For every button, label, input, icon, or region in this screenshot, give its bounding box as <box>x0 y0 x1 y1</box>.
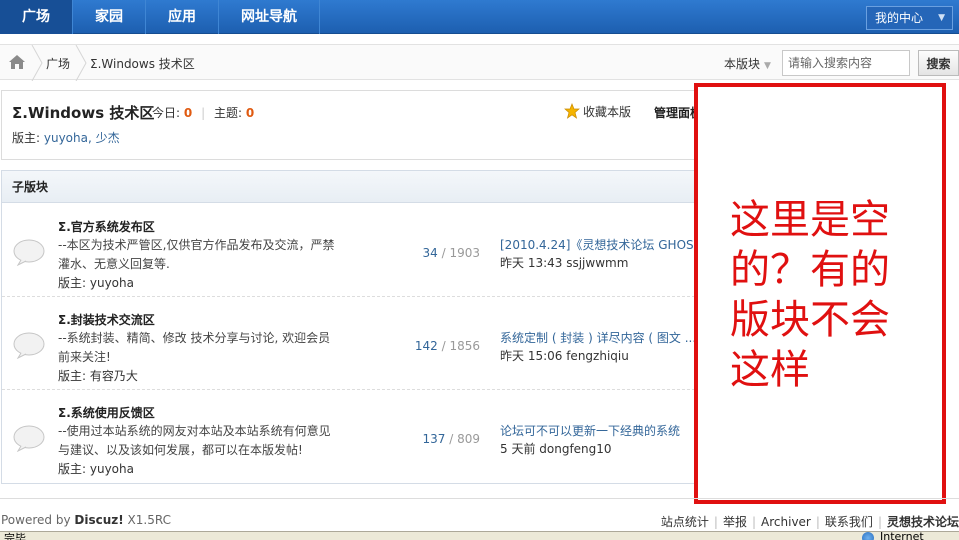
subforum-counts: 142 / 1856 <box>414 339 480 353</box>
footer-divider <box>0 498 959 499</box>
forum-bubble-icon <box>13 239 45 266</box>
powered-prefix: Powered by <box>1 513 75 527</box>
breadcrumb-bar: 广场 Σ.Windows 技术区 本版块▼ 搜索 <box>0 44 959 81</box>
status-text: 完毕 <box>4 532 26 540</box>
forum-bubble-icon <box>13 425 45 452</box>
subforum-moderator: 版主: yuyoha <box>58 462 134 476</box>
thread-count: 34 <box>422 246 438 260</box>
forum-title: Σ.Windows 技术区 <box>12 104 155 122</box>
footer-links: 站点统计 | 举报 | Archiver | 联系我们 | 灵想技术论坛 <box>660 515 959 529</box>
topics-count: 0 <box>245 106 255 120</box>
nav-item-plaza[interactable]: 广场 <box>0 0 73 34</box>
moderators-label: 版主: <box>12 131 41 145</box>
powered-by: Powered by Discuz! X1.5RC <box>1 513 171 527</box>
forum-bubble-icon <box>13 332 45 359</box>
breadcrumb-separator-icon <box>75 45 87 81</box>
nav-item-url-nav[interactable]: 网址导航 <box>219 0 320 34</box>
subforum-counts: 137 / 809 <box>422 432 480 446</box>
search-input[interactable] <box>782 50 910 76</box>
post-count: 1856 <box>449 339 480 353</box>
footer-link-contact[interactable]: 联系我们 <box>825 515 873 529</box>
favorite-label: 收藏本版 <box>583 105 632 119</box>
last-post-link[interactable]: 系统定制 ( 封装 ) 详尽内容 ( 图文 ... <box>500 329 710 346</box>
divider: | <box>201 106 206 120</box>
main-nav: 广场 家园 应用 网址导航 <box>0 0 959 34</box>
last-post-time: 昨天 13:43 ssjjwwmm <box>500 256 629 270</box>
subforum-moderator: 版主: 有容乃大 <box>58 369 138 383</box>
subforum-header-label: 子版块 <box>12 180 49 194</box>
globe-icon <box>862 532 874 540</box>
breadcrumb-current-forum[interactable]: Σ.Windows 技术区 <box>90 55 195 72</box>
subforum-title[interactable]: Σ.系统使用反馈区 <box>58 404 155 421</box>
forum-stats: 今日: 0 | 主题: 0 <box>152 104 254 121</box>
annotation-text: 这里是空的？有的版块不会这样 <box>730 197 890 393</box>
forum-moderators: 版主: yuyoha, 少杰 <box>12 129 120 146</box>
subforum-counts: 34 / 1903 <box>422 246 481 260</box>
search-button[interactable]: 搜索 <box>918 50 959 76</box>
star-icon <box>564 103 580 119</box>
top-nav-bar: 广场 家园 应用 网址导航 我的中心 ▼ <box>0 0 959 34</box>
footer-link-archiver[interactable]: Archiver <box>761 515 811 529</box>
last-post-link[interactable]: [2010.4.24]《灵想技术论坛 GHOS ... <box>500 236 710 253</box>
last-post-time: 5 天前 dongfeng10 <box>500 442 612 456</box>
subforum-row: Σ.系统使用反馈区 --使用过本站系统的网友对本站及本站系统有何意见与建议、以及… <box>2 390 720 483</box>
footer-link-site[interactable]: 灵想技术论坛 <box>887 515 959 529</box>
subforum-moderator: 版主: yuyoha <box>58 276 134 290</box>
thread-count: 137 <box>422 432 446 446</box>
subforum-table: 子版块 Σ.官方系统发布区 --本区为技术严管区,仅供官方作品发布及交流，严禁灌… <box>1 170 721 484</box>
nav-item-home[interactable]: 家园 <box>73 0 146 34</box>
today-label: 今日: <box>152 106 181 120</box>
subforum-description: --使用过本站系统的网友对本站及本站系统有何意见与建议、以及该如何发展，都可以在… <box>58 424 331 457</box>
thread-count: 142 <box>414 339 438 353</box>
subforum-row: Σ.封装技术交流区 --系统封装、精简、修改 技术分享与讨论, 欢迎会员前来关注… <box>2 297 720 390</box>
my-center-dropdown[interactable]: 我的中心 ▼ <box>866 6 953 30</box>
annotation-box: 这里是空的？有的版块不会这样 <box>694 83 946 504</box>
subforum-title[interactable]: Σ.封装技术交流区 <box>58 311 155 328</box>
my-center-label: 我的中心 <box>875 11 924 25</box>
browser-status-bar: 完毕 Internet <box>0 531 959 540</box>
search-scope-label: 本版块 <box>724 57 761 71</box>
moderator-links[interactable]: yuyoha, 少杰 <box>44 131 120 145</box>
last-post-time: 昨天 15:06 fengzhiqiu <box>500 349 629 363</box>
breadcrumb-separator-icon <box>31 45 43 81</box>
post-count: 809 <box>457 432 480 446</box>
powered-version: X1.5RC <box>123 513 171 527</box>
last-post-link[interactable]: 论坛可不可以更新一下经典的系统 <box>500 422 710 439</box>
footer-link-stats[interactable]: 站点统计 <box>661 515 709 529</box>
subforum-title[interactable]: Σ.官方系统发布区 <box>58 218 155 235</box>
footer-link-report[interactable]: 举报 <box>723 515 747 529</box>
subforum-header: 子版块 <box>2 171 720 203</box>
home-icon[interactable] <box>8 54 26 70</box>
subforum-description: --本区为技术严管区,仅供官方作品发布及交流，严禁灌水、无意义回复等. <box>58 238 335 271</box>
subforum-row: Σ.官方系统发布区 --本区为技术严管区,仅供官方作品发布及交流，严禁灌水、无意… <box>2 204 720 297</box>
today-count: 0 <box>183 106 193 120</box>
search-scope-select[interactable]: 本版块 ▼ <box>724 55 771 72</box>
status-zone: Internet <box>880 531 924 540</box>
forum-header: Σ.Windows 技术区 今日: 0 | 主题: 0 收藏本版 管理面板 版主… <box>1 90 721 160</box>
breadcrumb-plaza[interactable]: 广场 <box>46 55 70 72</box>
post-count: 1903 <box>449 246 480 260</box>
chevron-down-icon: ▼ <box>764 61 771 71</box>
topics-label: 主题: <box>213 106 242 120</box>
powered-brand-link[interactable]: Discuz! <box>74 513 123 527</box>
nav-item-apps[interactable]: 应用 <box>146 0 219 34</box>
subforum-description: --系统封装、精简、修改 技术分享与讨论, 欢迎会员前来关注! <box>58 331 331 364</box>
chevron-down-icon: ▼ <box>938 13 945 23</box>
favorite-forum-link[interactable]: 收藏本版 <box>564 103 631 120</box>
